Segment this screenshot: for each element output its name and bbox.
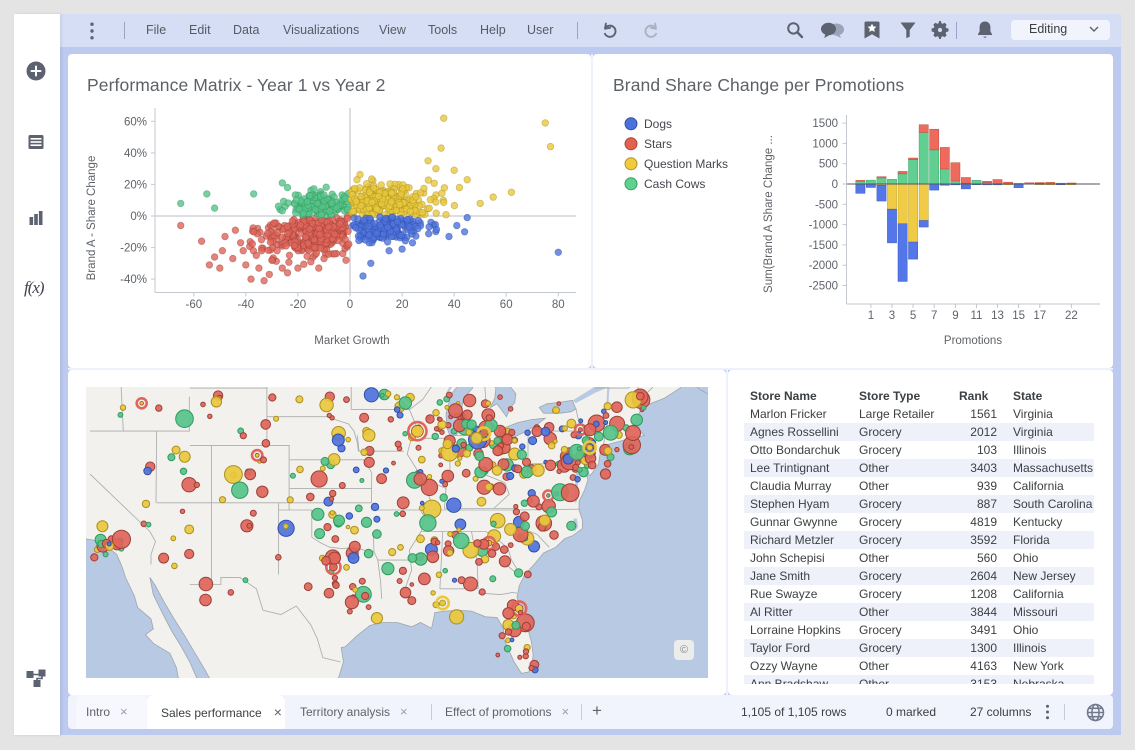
- svg-text:-500: -500: [815, 199, 838, 211]
- svg-text:Dogs: Dogs: [644, 117, 672, 131]
- svg-text:-40: -40: [237, 299, 254, 311]
- svg-text:Sum(Brand A Share Change ...: Sum(Brand A Share Change ...: [763, 135, 775, 293]
- svg-text:Cash Cows: Cash Cows: [644, 177, 705, 191]
- svg-text:500: 500: [819, 159, 838, 171]
- svg-text:-2000: -2000: [809, 260, 838, 272]
- svg-text:Market Growth: Market Growth: [314, 335, 389, 347]
- svg-text:Question Marks: Question Marks: [644, 157, 728, 171]
- svg-text:7: 7: [931, 310, 937, 322]
- svg-text:40%: 40%: [124, 148, 147, 160]
- svg-text:22: 22: [1065, 310, 1078, 322]
- svg-text:5: 5: [910, 310, 916, 322]
- svg-text:-20%: -20%: [120, 243, 147, 255]
- svg-text:-40%: -40%: [120, 274, 147, 286]
- svg-text:60: 60: [500, 299, 513, 311]
- svg-text:-20: -20: [290, 299, 307, 311]
- svg-text:Stars: Stars: [644, 137, 672, 151]
- svg-text:60%: 60%: [124, 116, 147, 128]
- svg-text:Brand A - Share Change: Brand A - Share Change: [86, 156, 98, 281]
- svg-text:20: 20: [396, 299, 409, 311]
- svg-text:-1000: -1000: [809, 220, 838, 232]
- svg-text:1: 1: [868, 310, 874, 322]
- svg-text:-1500: -1500: [809, 240, 838, 252]
- svg-text:9: 9: [952, 310, 958, 322]
- svg-text:40: 40: [448, 299, 461, 311]
- svg-text:17: 17: [1033, 310, 1046, 322]
- svg-text:0: 0: [832, 179, 838, 191]
- svg-text:0: 0: [347, 299, 353, 311]
- svg-text:-2500: -2500: [809, 281, 838, 293]
- svg-text:13: 13: [991, 310, 1004, 322]
- svg-text:Promotions: Promotions: [944, 335, 1002, 347]
- svg-text:15: 15: [1012, 310, 1025, 322]
- svg-text:0%: 0%: [130, 211, 147, 223]
- svg-text:11: 11: [971, 310, 983, 322]
- svg-text:1500: 1500: [812, 118, 838, 130]
- svg-text:20%: 20%: [124, 179, 147, 191]
- svg-text:3: 3: [889, 310, 895, 322]
- svg-text:80: 80: [552, 299, 565, 311]
- svg-text:-60: -60: [185, 299, 202, 311]
- svg-text:1000: 1000: [812, 138, 838, 150]
